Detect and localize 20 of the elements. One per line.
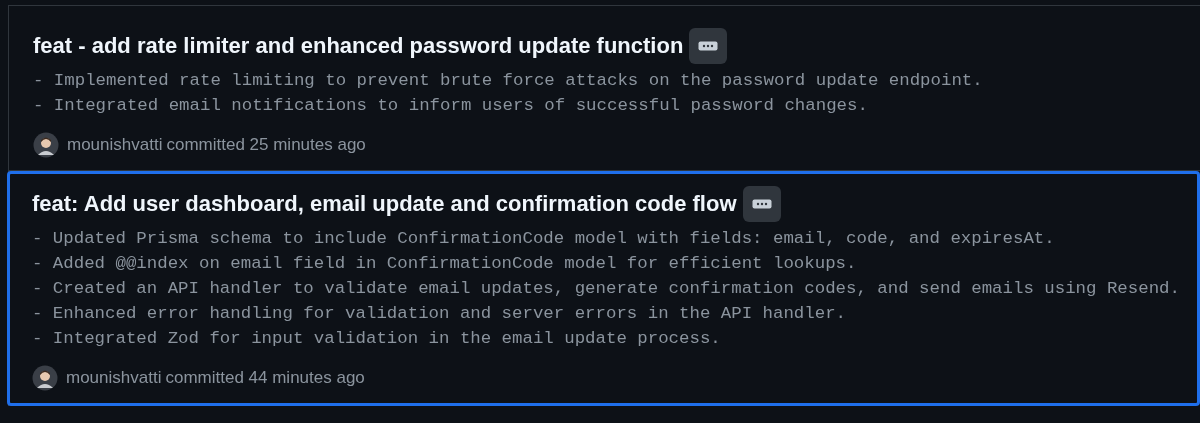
more-button[interactable] [689,28,728,64]
commit-time: committed 25 minutes ago [166,134,366,157]
avatar-icon [32,365,58,391]
commit-card[interactable] [7,171,1200,406]
commit-description-line: - Implemented rate limiting to prevent brute force attacks on the password update endpoint. [33,70,984,92]
avatar-icon [33,132,59,158]
commit-description-line: - Updated Prisma schema to include ConfirmationCode model with fields: email, code, and expiresAt. [32,228,1056,250]
commit-description-line: - Created an API handler to validate email updates, generate confirmation codes, and send emails using Resend. [32,278,1181,300]
commit-description-line: - Integrated Zod for input validation in the email update process. [32,328,722,350]
commit-description-line: - Added @@index on email field in ConfirmationCode model for efficient lookups. [32,253,858,275]
commit-description-line: - Integrated email notifications to inform users of successful password changes. [33,95,869,117]
commit-time: committed 44 minutes ago [165,367,365,390]
commit-title[interactable]: feat - add rate limiter and enhanced password update function [33,31,684,61]
commit-description-line: - Enhanced error handling for validation and server errors in the API handler. [32,303,847,325]
more-button[interactable] [742,186,781,222]
commit-title[interactable]: feat: Add user dashboard, email update and confirmation code flow [32,189,737,219]
author-link[interactable]: mounishvatti [67,132,163,158]
ellipsis-icon [751,199,772,209]
ellipsis-icon [698,41,719,51]
author-link[interactable]: mounishvatti [66,365,162,391]
